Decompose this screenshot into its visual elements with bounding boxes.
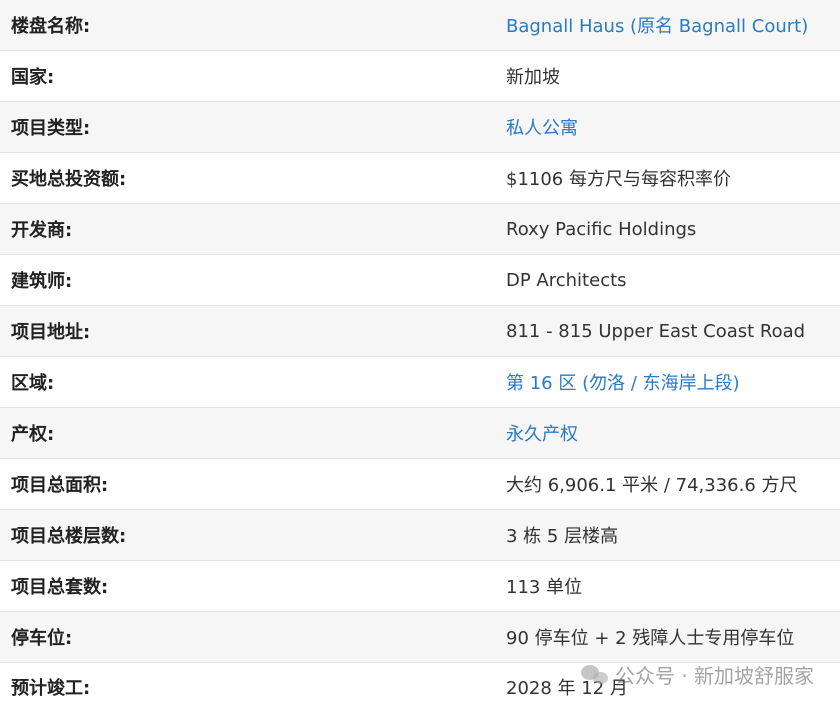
row-label: 停车位: [11, 628, 73, 649]
table-row: 项目地址: 811 - 815 Upper East Coast Road [0, 306, 840, 357]
row-value: 大约 6,906.1 平米 / 74,336.6 方尺 [506, 475, 798, 496]
table-row: 项目总面积: 大约 6,906.1 平米 / 74,336.6 方尺 [0, 459, 840, 510]
row-label: 建筑师: [11, 271, 73, 292]
row-label: 区域: [11, 373, 55, 394]
table-row: 区域: 第 16 区 (勿洛 / 东海岸上段) [0, 357, 840, 408]
row-label: 预计竣工: [11, 678, 91, 699]
row-value: 新加坡 [506, 67, 560, 88]
value-link[interactable]: 第 16 区 (勿洛 / 东海岸上段) [506, 373, 740, 394]
row-label: 国家: [11, 67, 55, 88]
table-row: 项目总套数: 113 单位 [0, 561, 840, 612]
table-row: 项目类型: 私人公寓 [0, 102, 840, 153]
row-label: 产权: [11, 424, 55, 445]
project-info-table: 楼盘名称: Bagnall Haus (原名 Bagnall Court) 国家… [0, 0, 840, 711]
table-row: 楼盘名称: Bagnall Haus (原名 Bagnall Court) [0, 0, 840, 51]
row-value: 811 - 815 Upper East Coast Road [506, 320, 806, 342]
row-value: 90 停车位 + 2 残障人士专用停车位 [506, 628, 795, 649]
row-value: 私人公寓 [497, 114, 840, 140]
row-value: 第 16 区 (勿洛 / 东海岸上段) [497, 369, 840, 395]
row-value: Roxy Pacific Holdings [506, 218, 697, 240]
table-row: 产权: 永久产权 [0, 408, 840, 459]
row-value: 2028 年 12 月 [506, 678, 628, 699]
table-row: 项目总楼层数: 3 栋 5 层楼高 [0, 510, 840, 561]
table-row: 开发商: Roxy Pacific Holdings [0, 204, 840, 255]
row-value: DP Architects [506, 269, 627, 291]
table-row: 停车位: 90 停车位 + 2 残障人士专用停车位 [0, 612, 840, 663]
row-value: 永久产权 [497, 420, 840, 446]
table-row: 建筑师: DP Architects [0, 255, 840, 306]
table-row: 预计竣工: 2028 年 12 月 [0, 663, 840, 711]
value-link[interactable]: 私人公寓 [506, 118, 578, 139]
value-link[interactable]: 永久产权 [506, 424, 578, 445]
row-value: 113 单位 [506, 577, 583, 598]
row-label: 项目总楼层数: [11, 526, 127, 547]
row-label: 买地总投资额: [11, 169, 127, 190]
row-label: 项目类型: [11, 118, 91, 139]
table-row: 买地总投资额: $1106 每方尺与每容积率价 [0, 153, 840, 204]
table-row: 国家: 新加坡 [0, 51, 840, 102]
row-label: 项目地址: [11, 322, 91, 343]
row-label: 项目总面积: [11, 475, 109, 496]
row-value: Bagnall Haus (原名 Bagnall Court) [497, 12, 840, 38]
row-value: 3 栋 5 层楼高 [506, 526, 619, 547]
row-value: $1106 每方尺与每容积率价 [506, 169, 731, 190]
value-link[interactable]: Bagnall Haus (原名 Bagnall Court) [506, 16, 808, 37]
row-label: 开发商: [11, 220, 73, 241]
row-label: 项目总套数: [11, 577, 109, 598]
row-label: 楼盘名称: [11, 16, 91, 37]
